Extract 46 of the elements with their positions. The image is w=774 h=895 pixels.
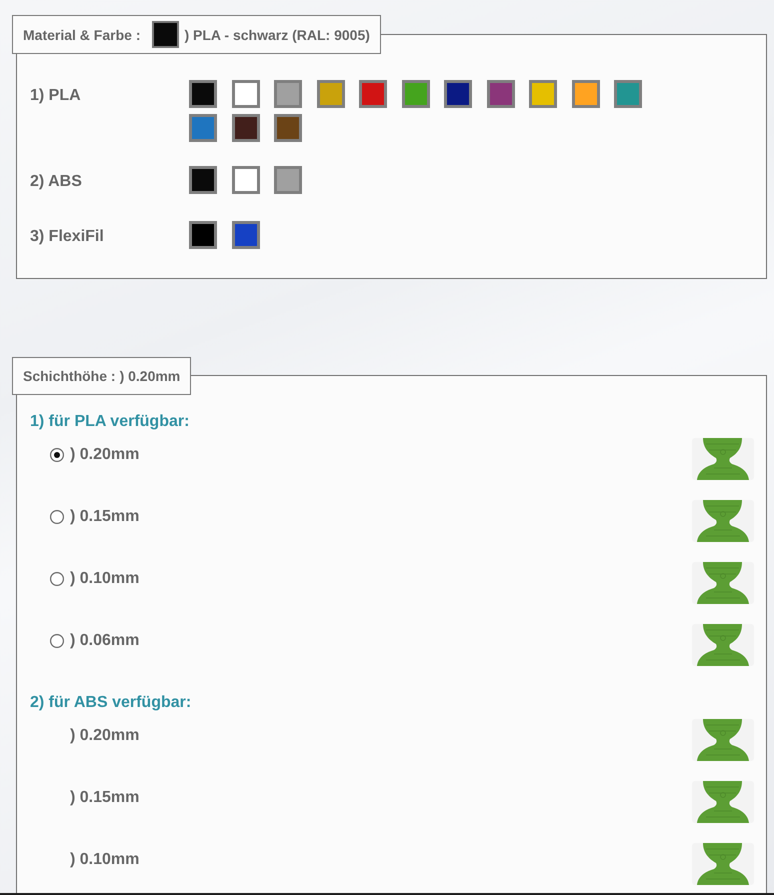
vase-thumbnail [692,781,754,823]
color-swatch[interactable] [529,80,557,108]
color-swatch[interactable] [316,80,344,108]
option-label: ) 0.20mm [70,446,140,464]
vase-thumbnail [692,562,754,604]
color-swatch[interactable] [402,80,430,108]
color-swatch[interactable] [274,166,302,194]
vase-thumbnail [692,500,754,542]
radio-button[interactable] [50,572,64,586]
color-swatch[interactable] [274,80,302,108]
legend-value: ) 0.20mm [120,368,180,384]
color-swatch[interactable] [444,80,472,108]
color-swatch[interactable] [189,166,217,194]
color-swatch[interactable] [572,80,600,108]
color-swatch[interactable] [486,80,514,108]
option-label: ) 0.15mm [70,789,140,807]
color-swatch[interactable] [189,221,217,249]
color-swatch[interactable] [232,166,260,194]
material-label: 2) ABS [30,172,83,192]
color-swatch[interactable] [359,80,387,108]
option-label: ) 0.15mm [70,508,140,526]
color-swatch[interactable] [614,80,642,108]
material-label: 3) FlexiFil [30,227,105,247]
vase-thumbnail [692,624,754,666]
legend-label: Material & Farbe : [23,26,140,42]
group-heading: 1) für PLA verfügbar: [30,412,190,432]
color-swatch[interactable] [232,221,260,249]
vase-thumbnail [692,719,754,761]
option-label: ) 0.06mm [70,632,140,650]
option-label: ) 0.20mm [70,727,140,745]
radio-button[interactable] [50,448,64,462]
legend-label: Schichthöhe : [23,368,116,384]
radio-button[interactable] [50,634,64,648]
group-heading: 2) für ABS verfügbar: [30,693,192,713]
color-swatch[interactable] [274,114,302,142]
option-label: ) 0.10mm [70,851,140,869]
color-swatch[interactable] [232,114,260,142]
option-label: ) 0.10mm [70,570,140,588]
color-swatch[interactable] [232,80,260,108]
color-swatch[interactable] [189,114,217,142]
material-label: 1) PLA [30,86,82,106]
color-swatch[interactable] [189,80,217,108]
vase-thumbnail [692,843,754,885]
radio-button[interactable] [50,510,64,524]
legend-value: ) PLA - schwarz (RAL: 9005) [184,26,370,42]
vase-thumbnail [692,438,754,480]
